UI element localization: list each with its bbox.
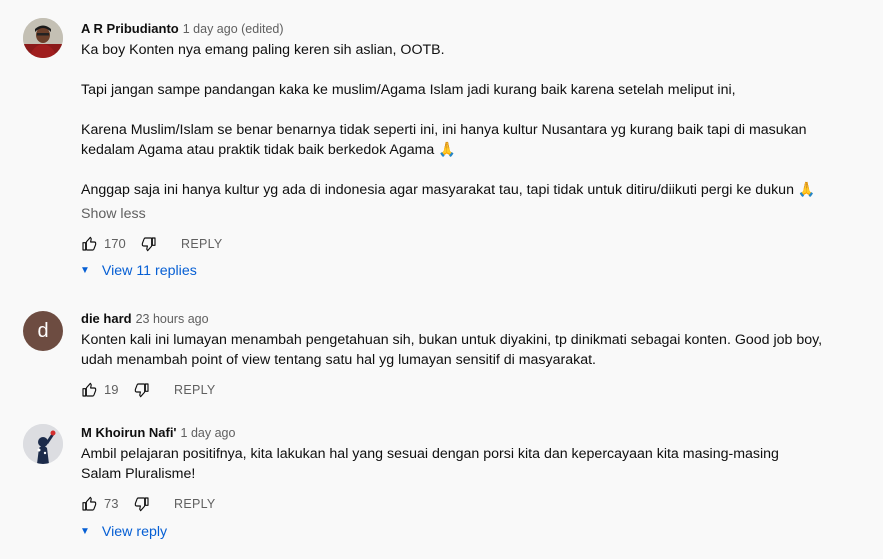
caret-down-icon: ▼ xyxy=(80,265,90,276)
thumbs-down-icon[interactable] xyxy=(141,236,157,252)
comment-timestamp[interactable]: 23 hours ago xyxy=(136,312,209,326)
thumbs-down-icon[interactable] xyxy=(134,496,150,512)
view-replies-button[interactable]: ▼ View reply xyxy=(80,524,167,540)
show-less-button[interactable]: Show less xyxy=(81,206,146,222)
caret-down-icon: ▼ xyxy=(80,526,90,537)
reply-button[interactable]: REPLY xyxy=(174,380,216,400)
reply-button[interactable]: REPLY xyxy=(181,234,223,254)
comment-text-line: udah menambah point of view tentang satu… xyxy=(81,352,596,368)
comment-text-line: Karena Muslim/Islam se benar benarnya ti… xyxy=(81,122,807,138)
view-replies-label: View reply xyxy=(101,524,168,540)
thumbs-up-icon[interactable] xyxy=(81,236,97,252)
like-count: 73 xyxy=(104,496,119,511)
view-replies-button[interactable]: ▼ View 11 replies xyxy=(80,263,197,279)
comment-text-line: Anggap saja ini hanya kultur yg ada di i… xyxy=(81,182,816,198)
comment-header: A R Pribudianto 1 day ago (edited) xyxy=(81,21,284,36)
comment-text-line: kedalam Agama atau praktik tidak baik be… xyxy=(81,142,456,158)
thumbs-down-icon[interactable] xyxy=(134,382,150,398)
comment-header: die hard 23 hours ago xyxy=(81,311,209,326)
comment-text-line: Konten kali ini lumayan menambah pengeta… xyxy=(81,332,823,348)
comment-text-line: Tapi jangan sampe pandangan kaka ke musl… xyxy=(81,82,736,98)
like-count: 170 xyxy=(104,236,126,251)
comment-timestamp[interactable]: 1 day ago (edited) xyxy=(183,22,284,36)
comment-text-line: Ambil pelajaran positifnya, kita lakukan… xyxy=(81,446,779,462)
like-count: 19 xyxy=(104,382,119,397)
comment-timestamp[interactable]: 1 day ago xyxy=(181,426,236,440)
view-replies-label: View 11 replies xyxy=(101,263,197,279)
reply-button[interactable]: REPLY xyxy=(174,494,216,514)
thumbs-up-icon[interactable] xyxy=(81,382,97,398)
avatar-letter: d xyxy=(37,320,49,342)
avatar[interactable]: d xyxy=(23,311,63,351)
comment-author[interactable]: die hard xyxy=(81,311,132,326)
comment-author[interactable]: M Khoirun Nafi' xyxy=(81,425,177,440)
thumbs-up-icon[interactable] xyxy=(81,496,97,512)
person-photo-icon xyxy=(23,18,63,58)
comment-author[interactable]: A R Pribudianto xyxy=(81,21,179,36)
figure-photo-icon xyxy=(23,424,63,464)
comment-text-line: Salam Pluralisme! xyxy=(81,466,196,482)
avatar[interactable] xyxy=(23,18,63,58)
comment-header: M Khoirun Nafi' 1 day ago xyxy=(81,425,235,440)
comment-text-line: Ka boy Konten nya emang paling keren sih… xyxy=(81,42,445,58)
avatar[interactable] xyxy=(23,424,63,464)
